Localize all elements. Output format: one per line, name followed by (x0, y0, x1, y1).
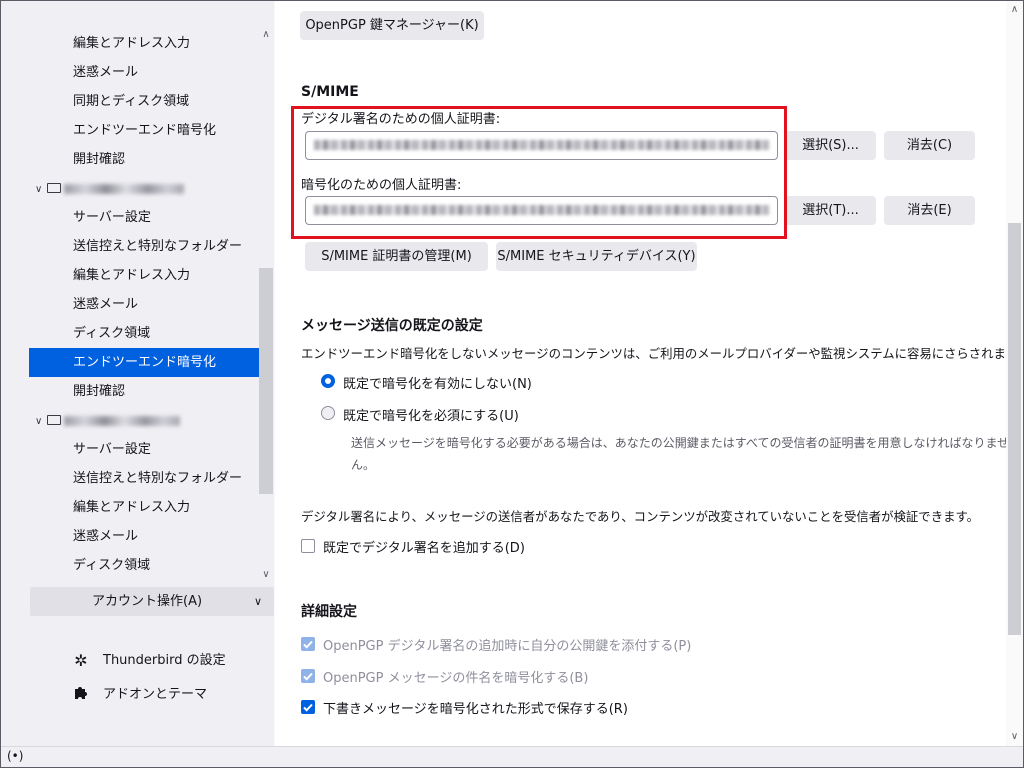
sidebar-item-label: 開封確認 (73, 152, 126, 167)
smime-heading: S/MIME (301, 84, 359, 100)
sidebar-item[interactable]: 同期とディスク領域 (29, 87, 259, 116)
puzzle-icon (71, 683, 91, 707)
sidebar-item[interactable]: サーバー設定 (29, 435, 259, 464)
settings-label: Thunderbird の設定 (103, 653, 226, 668)
broadcast-icon[interactable]: (•) (7, 749, 23, 763)
sidebar-item[interactable]: エンドツーエンド暗号化 (29, 348, 259, 377)
attach-pubkey-label[interactable]: OpenPGP デジタル署名の追加時に自分の公開鍵を添付する(P) (323, 635, 691, 654)
sidebar: 編集とアドレス入力 迷惑メール 同期とディスク領域 エンドツーエンド暗号化 開封確認 ∨ サ… (1, 1, 274, 746)
scrollbar-thumb[interactable] (259, 268, 273, 494)
radio-no-encrypt-label[interactable]: 既定で暗号化を有効にしない(N) (343, 373, 532, 392)
select-encryption-cert-button[interactable]: 選択(T)... (785, 196, 876, 225)
sidebar-item-label: エンドツーエンド暗号化 (73, 123, 217, 138)
add-signature-label[interactable]: 既定でデジタル署名を追加する(D) (323, 537, 525, 556)
account-row[interactable]: ∨ (29, 406, 259, 435)
attach-pubkey-checkbox[interactable] (301, 637, 315, 651)
mail-icon (47, 182, 61, 193)
encrypt-subject-checkbox[interactable] (301, 669, 315, 683)
radio-require-encrypt-label[interactable]: 既定で暗号化を必須にする(U) (343, 405, 519, 424)
sidebar-item-label: 開封確認 (73, 384, 126, 399)
scroll-down-icon[interactable]: ∨ (260, 569, 272, 581)
radio-require-encrypt[interactable] (321, 406, 335, 420)
save-drafts-encrypted-checkbox[interactable] (301, 700, 315, 714)
encrypt-subject-label[interactable]: OpenPGP メッセージの件名を暗号化する(B) (323, 667, 588, 686)
signing-cert-label: デジタル署名のための個人証明書: (301, 112, 501, 127)
gear-icon: ✲ (74, 651, 88, 670)
encryption-cert-value (314, 205, 769, 215)
sidebar-item[interactable]: ディスク領域 (29, 319, 259, 348)
clear-encryption-cert-button[interactable]: 消去(E) (884, 196, 975, 225)
manage-smime-certs-button[interactable]: S/MIME 証明書の管理(M) (305, 242, 488, 271)
send-defaults-heading: メッセージ送信の既定の設定 (301, 318, 483, 334)
require-encrypt-note: 送信メッセージを暗号化する必要がある場合は、あなたの公開鍵またはすべての受信者の… (351, 432, 1006, 476)
signature-description: デジタル署名により、メッセージの送信者があなたであり、コンテンツが改変されていな… (301, 509, 980, 524)
sidebar-item[interactable]: サーバー設定 (29, 203, 259, 232)
scrollbar-thumb[interactable] (1008, 223, 1021, 635)
signing-cert-value (314, 140, 769, 150)
select-signing-cert-button[interactable]: 選択(S)... (785, 131, 876, 160)
sidebar-item-label: サーバー設定 (73, 442, 151, 457)
main-scrollbar[interactable]: ∧ ∨ (1006, 1, 1023, 746)
sidebar-item[interactable]: 開封確認 (29, 377, 259, 406)
addons-label: アドオンとテーマ (103, 687, 208, 702)
scroll-up-icon[interactable]: ∧ (1008, 4, 1021, 16)
sidebar-item-label: 編集とアドレス入力 (73, 500, 191, 515)
sidebar-item[interactable]: 迷惑メール (29, 58, 259, 87)
sidebar-item-label: ディスク領域 (73, 558, 151, 573)
sidebar-item-label: 編集とアドレス入力 (73, 36, 191, 51)
account-name-redacted (64, 183, 184, 194)
sidebar-item[interactable]: 送信控えと特別なフォルダー (29, 464, 259, 493)
require-encrypt-note-line1: 送信メッセージを暗号化する必要がある場合は、あなたの公開鍵またはすべての受信者の… (351, 436, 1006, 450)
encryption-cert-field[interactable] (305, 196, 778, 225)
save-drafts-encrypted-label[interactable]: 下書きメッセージを暗号化された形式で保存する(R) (323, 698, 628, 717)
sidebar-item[interactable]: 編集とアドレス入力 (29, 493, 259, 522)
sidebar-item[interactable]: 迷惑メール (29, 522, 259, 551)
advanced-heading: 詳細設定 (301, 604, 357, 620)
sidebar-item[interactable]: 編集とアドレス入力 (29, 29, 259, 58)
encryption-cert-label: 暗号化のための個人証明書: (301, 178, 462, 193)
chevron-down-icon: ∨ (253, 595, 262, 608)
smime-security-devices-button[interactable]: S/MIME セキュリティデバイス(Y) (496, 242, 697, 271)
sidebar-item-label: サーバー設定 (73, 210, 151, 225)
account-row[interactable]: ∨ (29, 174, 259, 203)
scroll-up-icon[interactable]: ∧ (260, 29, 272, 41)
scroll-down-icon[interactable]: ∨ (1008, 731, 1021, 743)
sidebar-item-label: ディスク領域 (73, 326, 151, 341)
sidebar-item[interactable]: ディスク領域 (29, 551, 259, 580)
sidebar-item[interactable]: 開封確認 (29, 145, 259, 174)
thunderbird-settings-link[interactable]: ✲ Thunderbird の設定 (71, 649, 226, 673)
send-defaults-description: エンドツーエンド暗号化をしないメッセージのコンテンツは、ご利用のメールプロバイダ… (301, 346, 1006, 361)
sidebar-item-label: 同期とディスク領域 (73, 94, 190, 109)
account-tree: 編集とアドレス入力 迷惑メール 同期とディスク領域 エンドツーエンド暗号化 開封確認 ∨ サ… (29, 29, 259, 585)
sidebar-item-label: 編集とアドレス入力 (73, 268, 191, 283)
sidebar-item[interactable]: 送信控えと特別なフォルダー (29, 232, 259, 261)
radio-no-encrypt[interactable] (321, 374, 335, 388)
account-actions-label: アカウント操作(A) (92, 594, 203, 609)
main-pane: OpenPGP 鍵マネージャー(K) S/MIME デジタル署名のための個人証明… (275, 1, 1006, 746)
sidebar-item-label: 迷惑メール (73, 529, 139, 544)
sidebar-item-label: エンドツーエンド暗号化 (73, 355, 217, 370)
addons-themes-link[interactable]: アドオンとテーマ (71, 683, 207, 707)
sidebar-item[interactable]: 迷惑メール (29, 290, 259, 319)
openpgp-key-manager-button[interactable]: OpenPGP 鍵マネージャー(K) (300, 11, 484, 40)
sidebar-item[interactable]: エンドツーエンド暗号化 (29, 116, 259, 145)
require-encrypt-note-line2: ん。 (351, 458, 376, 472)
chevron-down-icon[interactable]: ∨ (35, 407, 47, 436)
mail-icon (47, 414, 61, 425)
account-name-redacted (64, 415, 180, 426)
account-actions-button[interactable]: アカウント操作(A) ∨ (30, 587, 274, 616)
sidebar-item-label: 送信控えと特別なフォルダー (73, 471, 243, 486)
chevron-down-icon[interactable]: ∨ (35, 175, 47, 204)
sidebar-scrollbar[interactable]: ∧ ∨ (258, 29, 274, 585)
sidebar-item-label: 迷惑メール (73, 65, 139, 80)
status-bar: (•) (1, 746, 1023, 767)
sidebar-item-label: 迷惑メール (73, 297, 139, 312)
sidebar-item[interactable]: 編集とアドレス入力 (29, 261, 259, 290)
signing-cert-field[interactable] (305, 131, 778, 160)
sidebar-item-label: 送信控えと特別なフォルダー (73, 239, 243, 254)
clear-signing-cert-button[interactable]: 消去(C) (884, 131, 975, 160)
add-signature-checkbox[interactable] (301, 539, 315, 553)
